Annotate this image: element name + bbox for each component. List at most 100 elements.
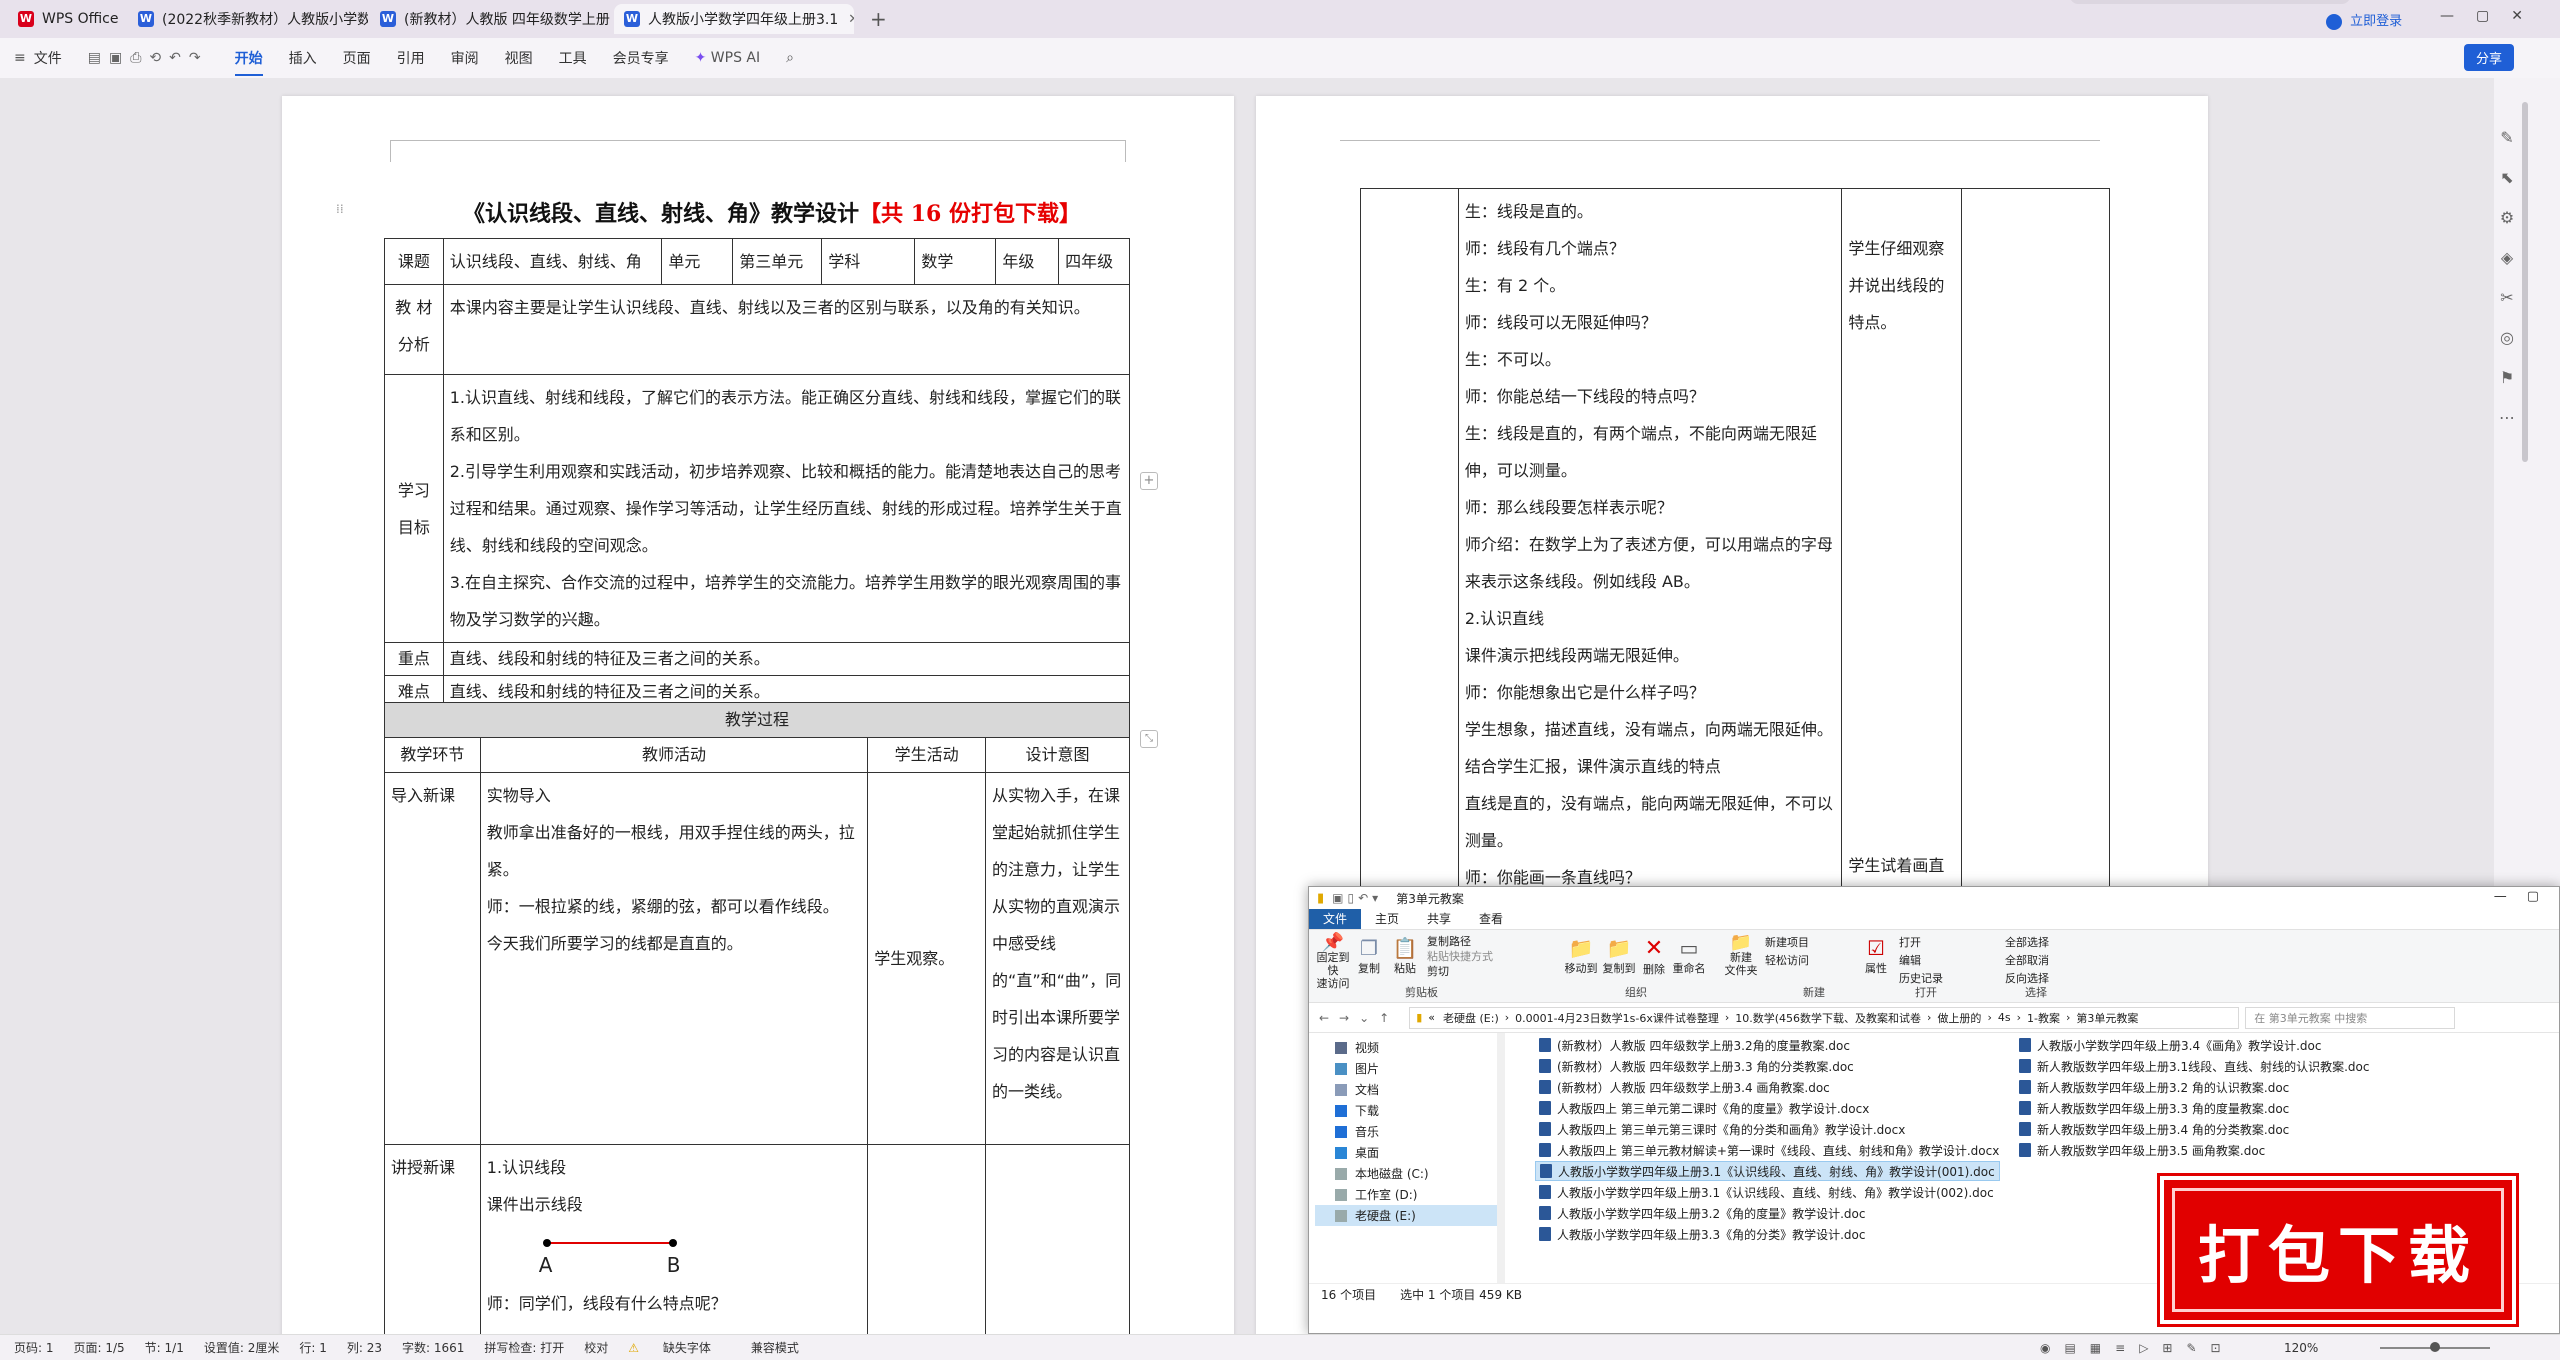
breadcrumb-overflow[interactable]: «	[1428, 1011, 1435, 1024]
file-item-selected[interactable]: 人教版小学数学四年级上册3.1《认识线段、直线、射线、角》教学设计(001).d…	[1535, 1161, 2000, 1181]
zoom-slider-thumb[interactable]	[2430, 1342, 2440, 1352]
breadcrumb-item[interactable]: 做上册的	[1937, 1010, 1981, 1026]
properties-button[interactable]: ☑ 属性	[1859, 936, 1893, 976]
close-tab-icon[interactable]: ✕	[848, 12, 854, 27]
file-item[interactable]: 新人教版数学四年级上册3.4 角的分类教案.doc	[2019, 1119, 2289, 1139]
nav-downloads[interactable]: 下载	[1335, 1100, 1379, 1121]
file-item[interactable]: (新教材）人教版 四年级数学上册3.2角的度量教案.doc	[1539, 1035, 1850, 1055]
nav-arrows[interactable]: ←→⌄↑	[1319, 1011, 1399, 1025]
paste-shortcut-button[interactable]: 粘贴快捷方式	[1427, 949, 1493, 964]
quick-access-icons[interactable]: ▤▣⎙⟲↶↷	[88, 50, 209, 66]
nav-pictures[interactable]: 图片	[1335, 1058, 1379, 1079]
menu-review[interactable]: 审阅	[451, 48, 479, 68]
open-button[interactable]: 打开	[1899, 934, 1943, 952]
window-controls[interactable]: —▢	[2494, 889, 2559, 904]
resize-table-icon[interactable]: ⤡	[1140, 730, 1158, 748]
status-missing-fonts[interactable]: ⚠ 缺失字体	[628, 1339, 731, 1356]
tab-document-2[interactable]: W (新教材）人教版 四年级数学上册 ✕	[370, 4, 610, 34]
file-item[interactable]: 人教版四上 第三单元第三课时《角的分类和画角》教学设计.docx	[1539, 1119, 1905, 1139]
move-to-button[interactable]: 📁 移动到	[1563, 936, 1599, 976]
delete-button[interactable]: ✕ 删除	[1639, 936, 1669, 977]
breadcrumb-item[interactable]: 第3单元教案	[2076, 1010, 2138, 1026]
menu-insert[interactable]: 插入	[289, 48, 317, 68]
nav-videos[interactable]: 视频	[1335, 1037, 1379, 1058]
zoom-level[interactable]: 120%	[2284, 1341, 2318, 1355]
menu-member[interactable]: 会员专享	[613, 48, 669, 68]
open-small-buttons[interactable]: 打开 编辑 历史记录	[1899, 934, 1943, 988]
status-spellcheck[interactable]: 拼写检查: 打开	[484, 1339, 564, 1356]
new-folder-button[interactable]: 📁 新建 文件夹	[1723, 934, 1759, 978]
nav-drive-e-selected[interactable]: 老硬盘 (E:)	[1315, 1205, 1501, 1226]
tab-wps-home[interactable]: W WPS Office	[8, 4, 128, 34]
file-item[interactable]: (新教材）人教版 四年级数学上册3.4 画角教案.doc	[1539, 1077, 1830, 1097]
breadcrumb-item[interactable]: 4s	[1998, 1011, 2011, 1024]
select-small-buttons[interactable]: 全部选择 全部取消 反向选择	[2005, 934, 2049, 988]
paste-button[interactable]: 📋 粘贴	[1389, 936, 1421, 976]
status-page[interactable]: 页码: 1	[14, 1339, 54, 1356]
view-mode-icons[interactable]: ◉▤▦≡▷⊞✎⊡	[2040, 1341, 2235, 1355]
window-controls[interactable]: —▢✕	[2440, 8, 2545, 24]
wps-ai-button[interactable]: ✦ WPS AI	[695, 50, 761, 66]
new-small-buttons[interactable]: 新建项目 轻松访问	[1765, 934, 1809, 970]
scrollbar-thumb[interactable]	[2522, 102, 2528, 462]
file-item[interactable]: 人教版小学数学四年级上册3.4《画角》教学设计.doc	[2019, 1035, 2321, 1055]
new-item-button[interactable]: 新建项目	[1765, 934, 1809, 952]
tab-document-3-active[interactable]: W 人教版小学数学四年级上册3.1 ✕	[614, 4, 854, 34]
status-pages[interactable]: 页面: 1/5	[74, 1339, 125, 1356]
breadcrumb-item[interactable]: 老硬盘 (E:)	[1443, 1010, 1499, 1026]
add-row-icon[interactable]: +	[1140, 472, 1158, 490]
nav-music[interactable]: 音乐	[1335, 1121, 1379, 1142]
rename-button[interactable]: ▭ 重命名	[1671, 936, 1707, 976]
menu-references[interactable]: 引用	[397, 48, 425, 68]
file-item[interactable]: 人教版小学数学四年级上册3.3《角的分类》教学设计.doc	[1539, 1224, 1865, 1244]
menu-home[interactable]: 开始	[234, 48, 263, 76]
nav-documents[interactable]: 文档	[1335, 1079, 1379, 1100]
file-item[interactable]: 新人教版数学四年级上册3.3 角的度量教案.doc	[2019, 1098, 2289, 1118]
nav-drive-c[interactable]: 本地磁盘 (C:)	[1335, 1163, 1429, 1184]
side-tool-icons[interactable]: ✎ ⬉ ⚙ ◈ ✂ ◎ ⚑ ⋯	[2496, 118, 2518, 438]
breadcrumb-item[interactable]: 0.0001-4月23日数学1s-6x课件试卷整理	[1515, 1010, 1719, 1026]
file-item[interactable]: 新人教版数学四年级上册3.2 角的认识教案.doc	[2019, 1077, 2289, 1097]
tab-document-1[interactable]: W (2022秋季新教材）人教版小学数	[128, 4, 368, 34]
file-item[interactable]: 人教版小学数学四年级上册3.2《角的度量》教学设计.doc	[1539, 1203, 1865, 1223]
address-bar[interactable]: ▮ « 老硬盘 (E:) › 0.0001-4月23日数学1s-6x课件试卷整理 ›…	[1409, 1006, 2240, 1029]
share-button[interactable]: 分享	[2464, 44, 2515, 71]
status-section[interactable]: 节: 1/1	[145, 1339, 184, 1356]
tab-file[interactable]: 文件	[1309, 909, 1362, 929]
file-item[interactable]: 人教版小学数学四年级上册3.1《认识线段、直线、射线、角》教学设计(002).d…	[1539, 1182, 1994, 1202]
copy-path-button[interactable]: 复制路径	[1427, 934, 1493, 949]
file-item[interactable]: (新教材）人教版 四年级数学上册3.3 角的分类教案.doc	[1539, 1056, 1854, 1076]
nav-scrollbar[interactable]	[1497, 1033, 1505, 1283]
nav-desktop[interactable]: 桌面	[1335, 1142, 1379, 1163]
file-item[interactable]: 人教版四上 第三单元教材解读+第一课时《线段、直线、射线和角》教学设计.docx	[1539, 1140, 1999, 1160]
file-item[interactable]: 人教版四上 第三单元第二课时《角的度量》教学设计.docx	[1539, 1098, 1869, 1118]
tab-home[interactable]: 主页	[1361, 909, 1413, 929]
search-icon[interactable]: ⌕	[786, 50, 794, 66]
breadcrumb-item[interactable]: 1-教案	[2027, 1010, 2060, 1026]
cut-button[interactable]: 剪切	[1427, 964, 1493, 979]
select-none-button[interactable]: 全部取消	[2005, 952, 2049, 970]
file-item[interactable]: 新人教版数学四年级上册3.1线段、直线、射线的认识教案.doc	[2019, 1056, 2369, 1076]
login-link[interactable]: 立即登录	[2326, 10, 2402, 30]
status-proofread[interactable]: 校对	[584, 1339, 608, 1356]
status-word-count[interactable]: 字数: 1661	[402, 1339, 464, 1356]
nav-drive-d[interactable]: 工作室 (D:)	[1335, 1184, 1417, 1205]
search-box[interactable]: 在 第3单元教案 中搜索	[2245, 1006, 2456, 1029]
breadcrumb-item[interactable]: 10.数学(456数学下载、及教案和试卷	[1735, 1010, 1921, 1026]
file-item[interactable]: 新人教版数学四年级上册3.5 画角教案.doc	[2019, 1140, 2265, 1160]
quick-access-icons[interactable]: ▣▯↶▾	[1332, 891, 1382, 905]
file-menu[interactable]: 文件	[34, 48, 62, 68]
pin-quick-access-button[interactable]: 📌 固定到快 速访问	[1315, 934, 1351, 991]
menu-icon[interactable]: ≡	[14, 50, 26, 66]
table-move-handle-icon[interactable]: ⁞⁞	[336, 202, 344, 216]
tab-share[interactable]: 共享	[1413, 909, 1465, 929]
status-setting[interactable]: 设置值: 2厘米	[204, 1339, 280, 1356]
new-tab-button[interactable]: +	[860, 4, 900, 34]
select-all-button[interactable]: 全部选择	[2005, 934, 2049, 952]
tab-view[interactable]: 查看	[1465, 909, 1517, 929]
clipboard-small-buttons[interactable]: 复制路径 粘贴快捷方式 剪切	[1427, 934, 1493, 979]
menu-page[interactable]: 页面	[343, 48, 371, 68]
easy-access-button[interactable]: 轻松访问	[1765, 952, 1809, 970]
copy-button[interactable]: ❐ 复制	[1353, 936, 1385, 976]
copy-to-button[interactable]: 📁 复制到	[1601, 936, 1637, 976]
